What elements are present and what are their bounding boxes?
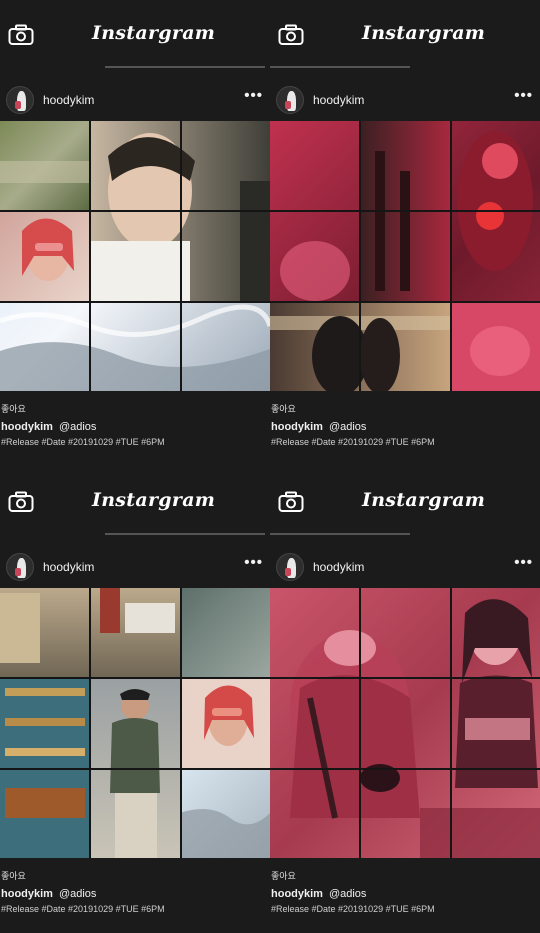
- username-link[interactable]: hoodykim: [43, 560, 94, 574]
- avatar-icon[interactable]: [276, 86, 304, 114]
- hashtags[interactable]: #Release #Date #20191029 #TUE #6PM: [271, 904, 435, 914]
- camera-icon[interactable]: [8, 491, 34, 513]
- caption-mention[interactable]: @adios: [329, 888, 366, 900]
- grid-line: [450, 121, 452, 391]
- grid-line: [0, 677, 270, 679]
- caption: hoodykim @adios: [1, 421, 96, 433]
- post-header: hoodykim •••: [0, 80, 270, 118]
- photo-collage: [0, 588, 270, 858]
- caption-username[interactable]: hoodykim: [1, 421, 53, 433]
- post-header: hoodykim •••: [0, 547, 270, 585]
- post-header: hoodykim •••: [270, 547, 540, 585]
- caption-username[interactable]: hoodykim: [271, 888, 323, 900]
- more-options-icon[interactable]: •••: [514, 87, 533, 104]
- username-link[interactable]: hoodykim: [43, 93, 94, 107]
- screenshot-collage: Instargram hoodykim ••• 좋아요 hoodykim @ad…: [0, 0, 540, 933]
- photo-collage: [0, 121, 270, 391]
- photo-collage: [270, 588, 540, 858]
- app-header: Instargram: [0, 0, 270, 66]
- post-photo-grid[interactable]: [270, 588, 540, 858]
- header-divider: [105, 533, 265, 535]
- likes-label: 좋아요: [1, 871, 26, 881]
- app-header: Instargram: [270, 0, 540, 66]
- grid-line: [359, 121, 361, 391]
- app-header: Instargram: [0, 467, 270, 533]
- caption: hoodykim @adios: [1, 888, 96, 900]
- grid-line: [270, 301, 540, 303]
- caption-mention[interactable]: @adios: [59, 421, 96, 433]
- grid-line: [0, 301, 270, 303]
- grid-line: [89, 588, 91, 858]
- camera-icon[interactable]: [278, 24, 304, 46]
- header-divider: [105, 66, 265, 68]
- photo-collage: [270, 121, 540, 391]
- post-header: hoodykim •••: [270, 80, 540, 118]
- app-logo: Instargram: [92, 489, 216, 511]
- more-options-icon[interactable]: •••: [244, 87, 263, 104]
- caption: hoodykim @adios: [271, 421, 366, 433]
- grid-line: [89, 121, 91, 391]
- likes-label: 좋아요: [271, 404, 296, 414]
- avatar-icon[interactable]: [6, 86, 34, 114]
- camera-icon[interactable]: [8, 24, 34, 46]
- grid-line: [270, 677, 540, 679]
- grid-line: [359, 588, 361, 858]
- camera-icon[interactable]: [278, 491, 304, 513]
- avatar-icon[interactable]: [276, 553, 304, 581]
- post-photo-grid[interactable]: [0, 588, 270, 858]
- app-logo: Instargram: [362, 489, 486, 511]
- app-logo: Instargram: [92, 22, 216, 44]
- hashtags[interactable]: #Release #Date #20191029 #TUE #6PM: [1, 904, 165, 914]
- caption-mention[interactable]: @adios: [329, 421, 366, 433]
- grid-line: [0, 768, 270, 770]
- post-photo-grid[interactable]: [0, 121, 270, 391]
- post-panel: Instargram hoodykim ••• 좋아요 hoodykim @ad…: [0, 467, 270, 933]
- post-panel: Instargram hoodykim ••• 좋아요 hoodykim @ad…: [0, 0, 270, 466]
- caption: hoodykim @adios: [271, 888, 366, 900]
- avatar-icon[interactable]: [6, 553, 34, 581]
- app-logo: Instargram: [362, 22, 486, 44]
- grid-line: [180, 588, 182, 858]
- hashtags[interactable]: #Release #Date #20191029 #TUE #6PM: [1, 437, 165, 447]
- grid-line: [180, 121, 182, 391]
- caption-username[interactable]: hoodykim: [1, 888, 53, 900]
- more-options-icon[interactable]: •••: [514, 554, 533, 571]
- hashtags[interactable]: #Release #Date #20191029 #TUE #6PM: [271, 437, 435, 447]
- grid-line: [0, 210, 270, 212]
- grid-line: [270, 768, 540, 770]
- post-photo-grid[interactable]: [270, 121, 540, 391]
- likes-label: 좋아요: [271, 871, 296, 881]
- likes-label: 좋아요: [1, 404, 26, 414]
- post-panel: Instargram hoodykim ••• 좋아요 hoodykim @ad…: [270, 0, 540, 466]
- username-link[interactable]: hoodykim: [313, 93, 364, 107]
- post-panel: Instargram hoodykim ••• 좋아요 hoodykim @ad…: [270, 467, 540, 933]
- app-header: Instargram: [270, 467, 540, 533]
- grid-line: [450, 588, 452, 858]
- grid-line: [270, 210, 540, 212]
- header-divider: [270, 533, 410, 535]
- username-link[interactable]: hoodykim: [313, 560, 364, 574]
- more-options-icon[interactable]: •••: [244, 554, 263, 571]
- caption-mention[interactable]: @adios: [59, 888, 96, 900]
- caption-username[interactable]: hoodykim: [271, 421, 323, 433]
- header-divider: [270, 66, 410, 68]
